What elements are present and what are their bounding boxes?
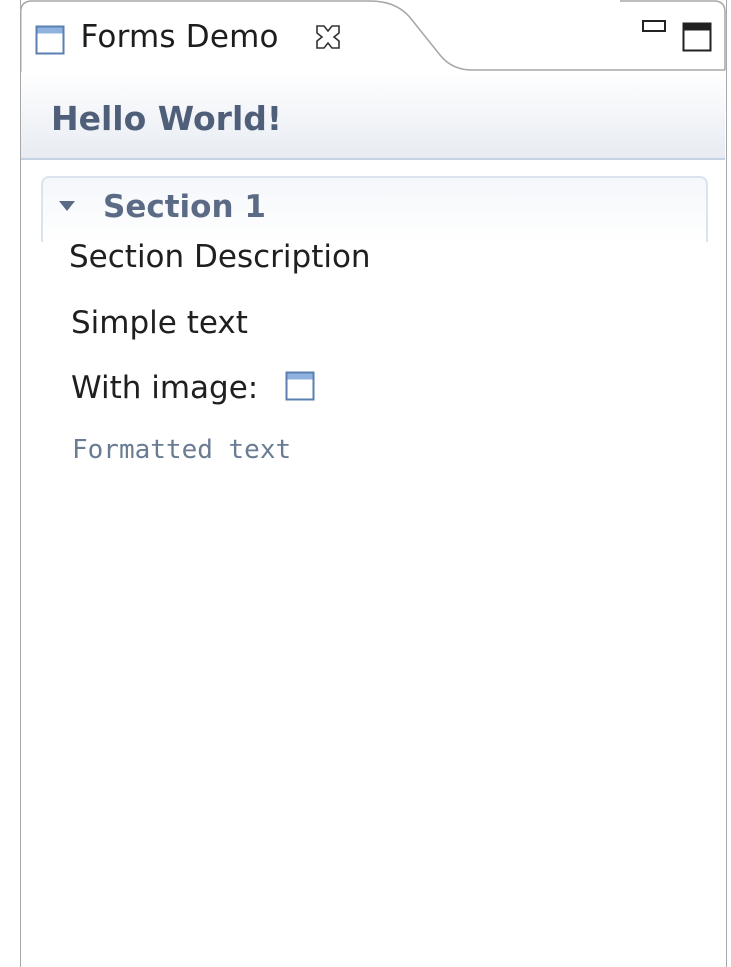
minimize-icon[interactable] bbox=[641, 20, 666, 34]
close-icon[interactable] bbox=[313, 22, 343, 52]
section-title[interactable]: Section 1 bbox=[103, 189, 266, 225]
form-title: Hello World! bbox=[51, 99, 282, 138]
view-window-icon bbox=[35, 25, 64, 55]
with-image-label: With image: bbox=[71, 370, 259, 406]
triangle-down-icon[interactable] bbox=[57, 198, 77, 214]
simple-text-label: Simple text bbox=[71, 305, 248, 341]
tab-title[interactable]: Forms Demo bbox=[81, 19, 279, 55]
form-header: Hello World! bbox=[21, 72, 725, 160]
maximize-icon[interactable] bbox=[682, 22, 712, 52]
section-description: Section Description bbox=[69, 239, 371, 275]
formatted-text: Formatted text bbox=[72, 435, 292, 465]
forms-demo-view: Forms Demo Hello World! Section 1 Sectio… bbox=[19, 0, 727, 967]
view-window-icon bbox=[285, 371, 315, 401]
view-tab-bar: Forms Demo bbox=[19, 0, 727, 72]
